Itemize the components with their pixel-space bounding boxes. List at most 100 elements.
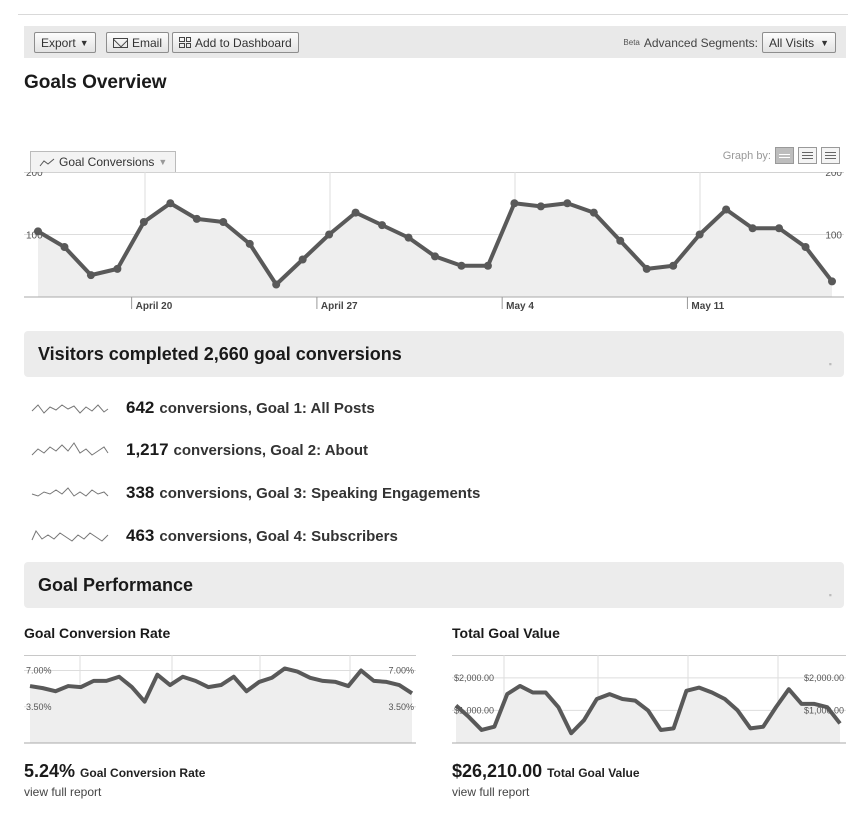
toolbar: Export ▼ Email Add to Dashboard Beta Adv…	[24, 26, 846, 58]
goal-row: 642 conversions, Goal 1: All Posts	[30, 393, 375, 423]
goal-label: conversions, Goal 3: Speaking Engagement…	[159, 484, 481, 502]
y-tick-label-right: 200	[825, 172, 842, 179]
metric-selector[interactable]: Goal Conversions ▼	[30, 151, 177, 172]
goal-label: conversions, Goal 1: All Posts	[159, 399, 375, 417]
segment-value: All Visits	[768, 35, 815, 50]
data-point	[457, 261, 466, 270]
data-point	[113, 264, 122, 273]
y-tick-label-right: 100	[825, 231, 842, 242]
summary-title: Visitors completed 2,660 goal conversion…	[38, 344, 402, 364]
goal-row: 1,217 conversions, Goal 2: About	[30, 435, 368, 465]
data-point	[483, 261, 492, 270]
conversion-rate-report-link[interactable]: view full report	[24, 785, 101, 799]
y-tick-label-right: 3.50%	[388, 702, 414, 712]
data-point	[510, 199, 519, 208]
y-tick-label-left: $1,000.00	[454, 705, 494, 715]
data-point	[139, 218, 148, 226]
y-tick-label-left: 200	[26, 172, 43, 179]
data-point	[192, 214, 201, 223]
graph-by-day-button[interactable]	[775, 147, 794, 164]
goal-count: 642	[126, 398, 155, 417]
goal-label: conversions, Goal 2: About	[173, 441, 369, 459]
export-label: Export	[41, 35, 76, 50]
line-chart-icon	[39, 158, 55, 166]
goal-count: 1,217	[126, 440, 169, 459]
summary-bar: Visitors completed 2,660 goal conversion…	[24, 331, 844, 377]
x-tick-label: April 20	[136, 301, 173, 312]
data-point	[272, 280, 281, 289]
goal-count: 338	[126, 483, 155, 502]
data-point	[325, 230, 334, 239]
x-tick-label: May 11	[691, 301, 724, 312]
data-point	[378, 221, 387, 230]
data-point	[669, 261, 678, 270]
goal-value-label: Total Goal Value	[547, 766, 640, 780]
goal-row: 338 conversions, Goal 3: Speaking Engagem…	[30, 478, 480, 508]
data-point	[642, 264, 651, 273]
data-point	[775, 224, 784, 233]
email-label: Email	[132, 35, 163, 50]
y-tick-label-left: 100	[26, 231, 43, 242]
conversion-rate-value: 5.24%	[24, 761, 76, 781]
advanced-segments: Beta Advanced Segments: All Visits ▼	[623, 32, 836, 53]
graph-by-week-button[interactable]	[798, 147, 817, 164]
sparkline-icon	[31, 487, 109, 497]
goal-count: 463	[126, 526, 155, 545]
data-point	[219, 218, 228, 226]
envelope-icon	[113, 37, 128, 48]
y-tick-label-left: 3.50%	[26, 702, 52, 712]
data-point	[695, 230, 704, 239]
goal-label: conversions, Goal 4: Subscribers	[159, 527, 398, 545]
metric-label: Goal Conversions	[59, 155, 155, 169]
goal-value-summary: $26,210.00 Total Goal Value	[452, 761, 640, 782]
sparkline-icon	[31, 442, 109, 456]
data-point	[245, 239, 254, 248]
chevron-down-icon: ▼	[820, 37, 829, 48]
y-tick-label-right: 7.00%	[388, 666, 414, 676]
goal-value-report-link[interactable]: view full report	[452, 785, 529, 799]
data-point	[404, 233, 413, 242]
page-title: Goals Overview	[24, 72, 167, 93]
series-area	[38, 203, 832, 297]
chevron-down-icon: ▼	[79, 37, 89, 48]
data-point	[298, 255, 307, 264]
conversion-rate-title: Goal Conversion Rate	[24, 625, 171, 641]
data-point	[722, 205, 731, 214]
export-button[interactable]: Export ▼	[34, 32, 96, 53]
data-point	[748, 224, 757, 233]
chevron-down-icon: ▼	[158, 157, 168, 167]
data-point	[431, 252, 439, 261]
segment-select[interactable]: All Visits ▼	[761, 32, 836, 53]
data-point	[60, 243, 69, 251]
goal-value-chart: $1,000.00 $1,000.00 $2,000.00 $2,000.00	[452, 655, 846, 744]
goal-conversions-chart: 100 100 200 200 April 20 April 27 May 4 May 11	[24, 172, 844, 312]
graph-by-month-button[interactable]	[821, 147, 840, 164]
add-to-dashboard-button[interactable]: Add to Dashboard	[172, 32, 299, 53]
sparkline-icon	[31, 530, 109, 542]
segments-label: Advanced Segments:	[643, 35, 758, 50]
x-tick-label: May 4	[506, 301, 534, 312]
data-point	[166, 199, 175, 208]
conversion-rate-summary: 5.24% Goal Conversion Rate	[24, 761, 205, 782]
data-point	[351, 208, 360, 217]
data-point	[828, 277, 836, 286]
top-border	[18, 14, 848, 15]
beta-label: Beta	[623, 38, 640, 47]
x-tick-label: April 27	[321, 301, 358, 312]
performance-title: Goal Performance	[38, 575, 194, 595]
goal-row: 463 conversions, Goal 4: Subscribers	[30, 521, 398, 551]
data-point	[589, 208, 598, 217]
y-tick-label-right: $2,000.00	[804, 673, 844, 683]
y-tick-label-left: $2,000.00	[454, 673, 494, 683]
graph-by-label: Graph by:	[722, 149, 771, 162]
sparkline-icon	[31, 404, 109, 414]
y-tick-label-right: $1,000.00	[804, 705, 844, 715]
dashboard-icon	[179, 37, 191, 48]
add-dashboard-label: Add to Dashboard	[195, 35, 292, 50]
data-point	[563, 199, 572, 208]
data-point	[86, 271, 95, 280]
y-tick-label-left: 7.00%	[26, 666, 52, 676]
goal-value-value: $26,210.00	[452, 761, 543, 781]
email-button[interactable]: Email	[106, 32, 170, 53]
performance-bar: Goal Performance ▪	[24, 562, 844, 608]
